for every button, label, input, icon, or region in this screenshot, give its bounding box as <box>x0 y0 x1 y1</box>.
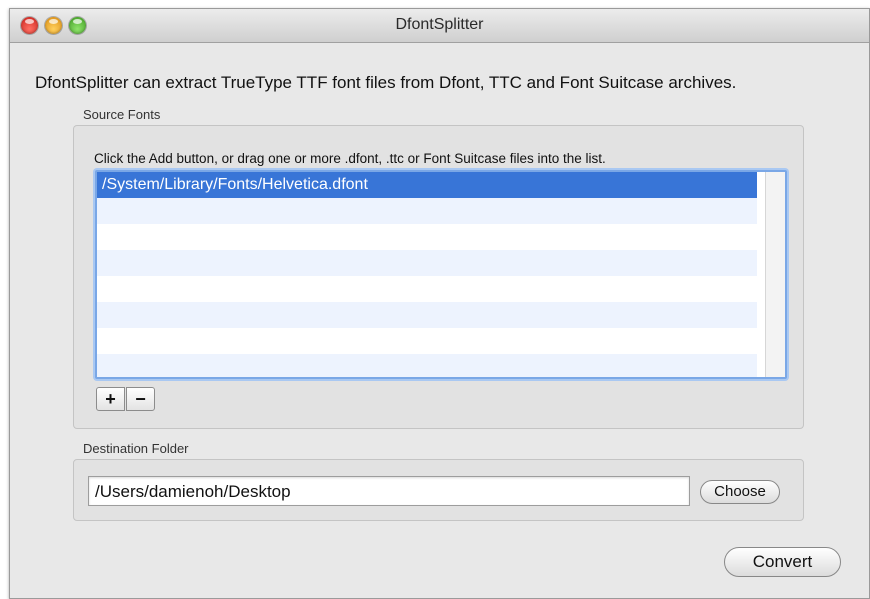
source-fonts-list[interactable]: /System/Library/Fonts/Helvetica.dfont <box>95 170 787 379</box>
list-row-empty <box>97 354 757 377</box>
list-row-empty <box>97 198 757 224</box>
destination-path-field[interactable]: /Users/damienoh/Desktop <box>88 476 690 506</box>
source-fonts-hint: Click the Add button, or drag one or mor… <box>94 151 606 166</box>
source-fonts-label: Source Fonts <box>83 107 161 122</box>
list-row-empty <box>97 276 757 302</box>
destination-folder-label: Destination Folder <box>83 441 189 456</box>
list-row-empty <box>97 224 757 250</box>
list-row-empty <box>97 250 757 276</box>
add-font-button[interactable]: + <box>96 387 125 411</box>
window-title: DfontSplitter <box>395 16 484 33</box>
choose-button[interactable]: Choose <box>700 480 780 504</box>
list-row-empty <box>97 302 757 328</box>
app-window: DfontSplitter DfontSplitter can extract … <box>9 8 870 599</box>
title-bar[interactable]: DfontSplitter <box>10 9 869 43</box>
remove-font-button[interactable]: − <box>126 387 155 411</box>
convert-button[interactable]: Convert <box>724 547 841 577</box>
list-item[interactable]: /System/Library/Fonts/Helvetica.dfont <box>97 172 757 198</box>
app-description: DfontSplitter can extract TrueType TTF f… <box>35 73 737 92</box>
list-scrollbar[interactable] <box>765 172 785 377</box>
list-row-empty <box>97 328 757 354</box>
